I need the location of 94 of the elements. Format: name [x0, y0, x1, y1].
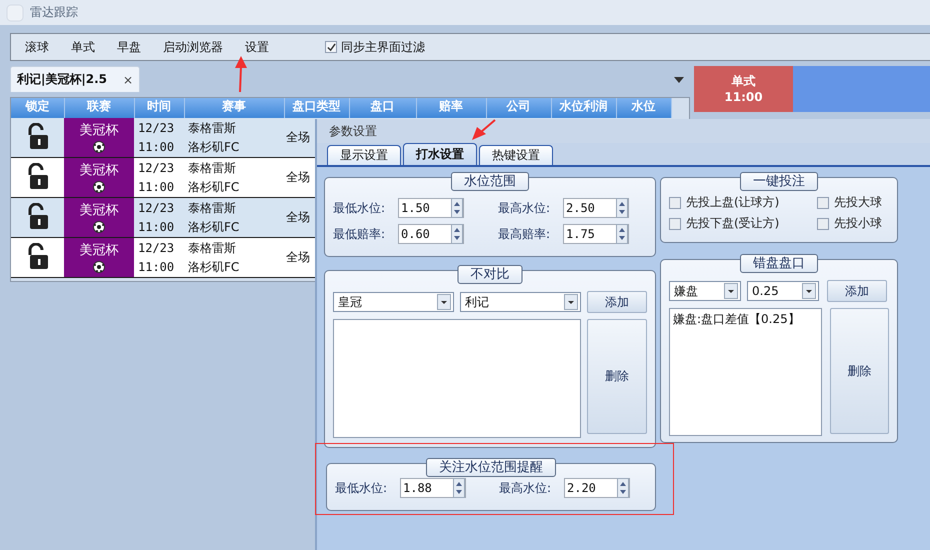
table-cell: 全场 [286, 250, 310, 264]
settings-tab[interactable]: 显示设置 [327, 145, 401, 165]
soccer-ball-icon [93, 141, 105, 153]
checkbox-label: 同步主界面过滤 [341, 38, 425, 56]
table-cell-text: 11:00 [138, 138, 176, 156]
table-cell-text: 泰格雷斯 [188, 200, 237, 216]
league-name: 美冠杯 [80, 122, 118, 140]
dropdown[interactable]: 0.25 [747, 281, 819, 301]
table-cell-text: 泰格雷斯 [188, 160, 237, 176]
number-field[interactable]: 2.50 [563, 198, 629, 218]
soccer-ball-icon [93, 221, 105, 233]
dropdown-arrow-icon[interactable] [674, 77, 684, 83]
group-title: 不对比 [458, 265, 522, 284]
list-item[interactable]: 嫌盘:盘口差值【0.25】 [673, 311, 818, 328]
dialog-title: 参数设置 [329, 122, 377, 140]
number-field[interactable]: 2.20 [564, 478, 630, 498]
settings-tab[interactable]: 热键设置 [479, 145, 553, 165]
number-field[interactable]: 1.75 [563, 224, 629, 244]
number-field[interactable]: 1.88 [400, 478, 466, 498]
spinner-icon[interactable] [453, 478, 465, 498]
table-cell-text: 洛杉矶FC [188, 178, 240, 196]
field-label: 最高水位: [499, 480, 552, 496]
app-icon [6, 4, 24, 22]
checkbox[interactable] [325, 41, 337, 53]
field-label: 最低水位: [333, 200, 386, 216]
toolbar-item[interactable]: 早盘 [117, 38, 141, 56]
checkbox[interactable] [669, 196, 681, 208]
table-cell-text: 洛杉矶FC [188, 218, 240, 236]
list-box[interactable]: 嫌盘:盘口差值【0.25】 [669, 308, 822, 436]
checkbox-label: 先投下盘(受让方) [686, 215, 780, 232]
group-title: 关注水位范围提醒 [426, 458, 556, 477]
window-title: 雷达跟踪 [30, 4, 78, 21]
table-cell-text: 11:00 [138, 218, 176, 236]
group-title: 错盘盘口 [740, 254, 818, 273]
group-title: 一键投注 [740, 172, 818, 191]
table-cell-text: 12/23 [138, 200, 176, 216]
padlock-icon[interactable] [26, 203, 50, 229]
table-cell-text: 12/23 [138, 120, 176, 136]
table-cell-text: 泰格雷斯 [188, 240, 237, 256]
field-label: 最低水位: [335, 480, 388, 496]
add-button[interactable]: 添加 [827, 280, 887, 302]
toolbar-item[interactable]: 单式 [71, 38, 95, 56]
checkbox[interactable] [669, 218, 681, 230]
delete-button[interactable]: 删除 [830, 308, 889, 434]
table-cell: 全场 [286, 170, 310, 184]
dropdown[interactable]: 皇冠 [333, 292, 454, 312]
table-cell-text: 11:00 [138, 178, 176, 196]
annotation-arrow [235, 56, 247, 92]
table-cell: 全场 [286, 210, 310, 224]
checkbox-label: 先投小球 [834, 215, 882, 232]
field-label: 最高水位: [498, 200, 552, 216]
toolbar-item[interactable]: 启动浏览器 [163, 38, 223, 56]
list-box[interactable] [333, 319, 582, 438]
checkbox[interactable] [817, 218, 829, 230]
close-icon[interactable]: × [122, 72, 133, 86]
banner-time: 11:00 [724, 89, 763, 105]
league-name: 美冠杯 [80, 242, 118, 260]
table-cell-text: 11:00 [138, 258, 176, 276]
banner-text: 单式 [732, 73, 756, 89]
delete-button[interactable]: 删除 [587, 319, 647, 434]
league-name: 美冠杯 [80, 162, 118, 180]
padlock-icon[interactable] [26, 163, 50, 189]
checkbox-label: 先投上盘(让球方) [686, 194, 780, 211]
dropdown[interactable]: 利记 [460, 292, 581, 312]
table-cell: 全场 [286, 130, 310, 144]
add-button[interactable]: 添加 [587, 291, 647, 313]
spinner-icon[interactable] [617, 478, 629, 498]
checkbox-label: 先投大球 [834, 194, 882, 211]
number-field[interactable]: 1.50 [398, 198, 464, 218]
spinner-icon[interactable] [451, 224, 463, 244]
spinner-icon[interactable] [616, 198, 628, 218]
soccer-ball-icon [93, 261, 105, 273]
toolbar-item[interactable]: 设置 [245, 38, 269, 56]
toolbar-item[interactable]: 滚球 [25, 38, 49, 56]
table-cell-text: 12/23 [138, 160, 176, 176]
spinner-icon[interactable] [451, 198, 463, 218]
table-cell-text: 洛杉矶FC [188, 138, 240, 156]
document-tab[interactable]: 利记|美冠杯|2.5 × [10, 66, 140, 92]
annotation-arrow [472, 119, 496, 140]
field-label: 最高赔率: [498, 226, 552, 242]
soccer-ball-icon [93, 181, 105, 193]
padlock-icon[interactable] [26, 243, 50, 269]
spinner-icon[interactable] [616, 224, 628, 244]
dropdown[interactable]: 嫌盘 [669, 281, 741, 301]
padlock-icon[interactable] [26, 123, 50, 149]
group-title: 水位范围 [451, 172, 529, 191]
number-field[interactable]: 0.60 [398, 224, 464, 244]
table-cell-text: 洛杉矶FC [188, 258, 240, 276]
checkbox[interactable] [817, 196, 829, 208]
table-cell-text: 泰格雷斯 [188, 120, 237, 136]
field-label: 最低赔率: [333, 226, 386, 242]
table-cell-text: 12/23 [138, 240, 176, 256]
league-name: 美冠杯 [80, 202, 118, 220]
settings-tab[interactable]: 打水设置 [403, 143, 477, 165]
